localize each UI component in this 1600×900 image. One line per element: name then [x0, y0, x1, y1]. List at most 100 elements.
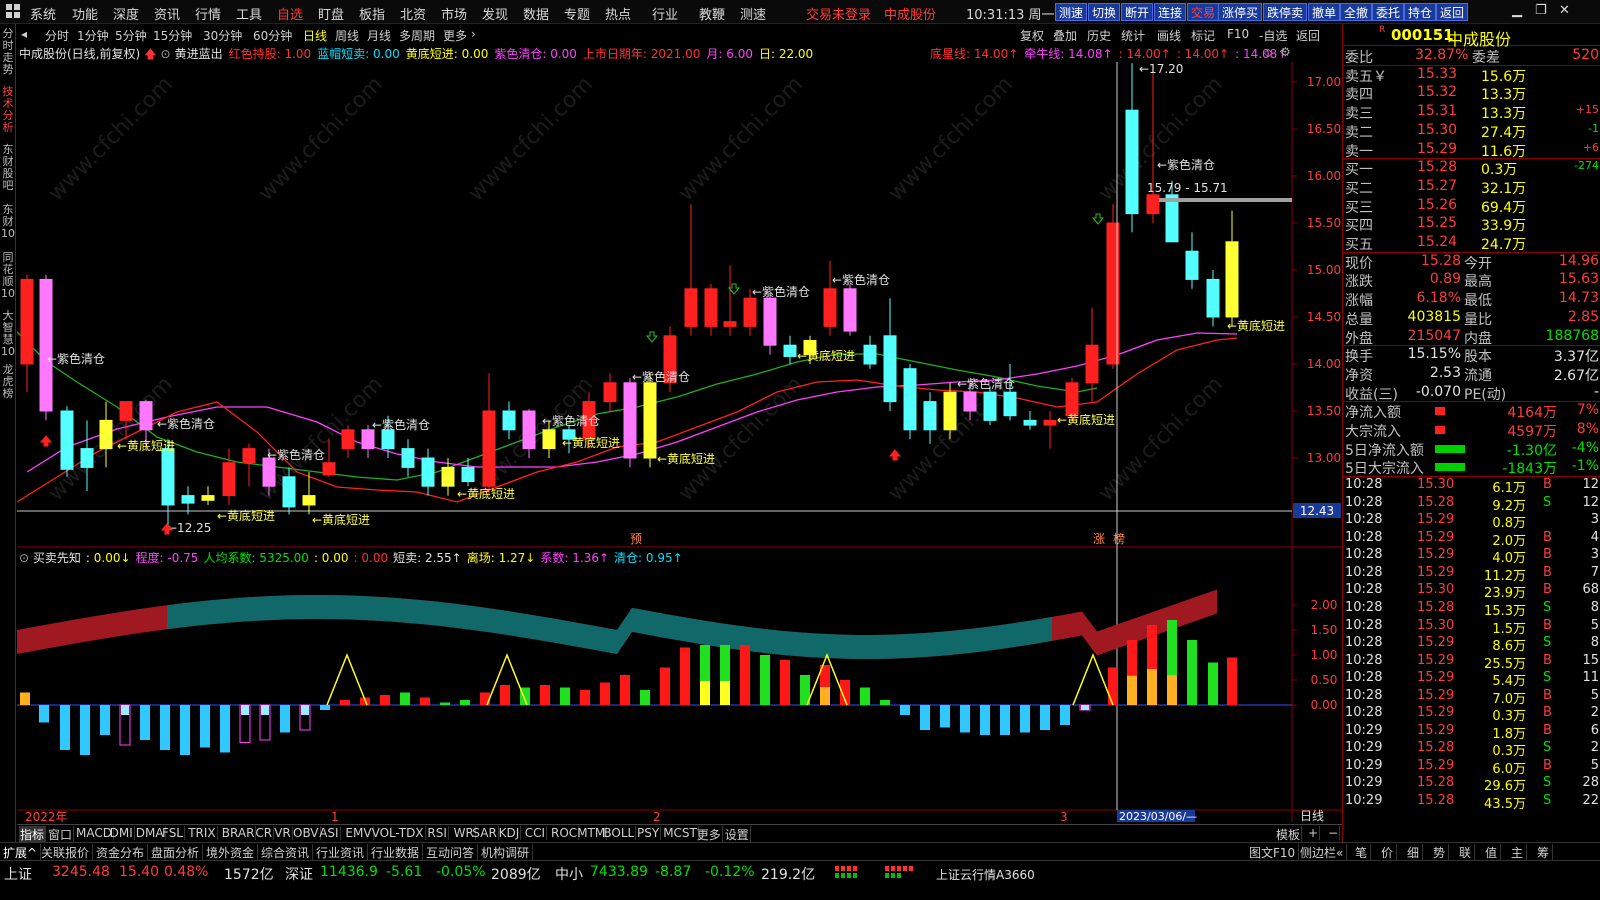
- indicator-tab-11[interactable]: ASI: [318, 826, 341, 840]
- dropdown-icon[interactable]: ⊙: [161, 47, 171, 61]
- period-10[interactable]: 更多: [443, 27, 467, 44]
- indicator-tab-16[interactable]: SAR: [471, 826, 499, 840]
- ext-tab-8[interactable]: 互动问答: [423, 844, 479, 861]
- collapse-arrow-icon[interactable]: ◂: [21, 27, 27, 41]
- ext-right-6[interactable]: 联: [1456, 844, 1476, 861]
- indicator-tab-6[interactable]: TRIX: [187, 826, 218, 840]
- ext-right-0[interactable]: 图文F10: [1246, 844, 1300, 861]
- toolbar-button-8[interactable]: 全撤: [1340, 3, 1373, 21]
- sz-index-name[interactable]: 深证: [285, 864, 313, 884]
- period-6[interactable]: 日线: [303, 27, 327, 44]
- chart-tool-0[interactable]: 复权: [1020, 27, 1044, 44]
- indicator-tab-18[interactable]: CCI: [524, 826, 548, 840]
- ext-tab-9[interactable]: 机构调研: [478, 844, 534, 861]
- period-1[interactable]: 1分钟: [77, 27, 109, 44]
- period-0[interactable]: 分时: [45, 27, 69, 44]
- left-tab-3[interactable]: 东财10: [1, 204, 15, 240]
- toolbar-button-7[interactable]: 撤单: [1308, 3, 1341, 21]
- menu-item-17[interactable]: 测速: [740, 4, 766, 23]
- menu-item-7[interactable]: 盯盘: [318, 4, 344, 23]
- zx-index-name[interactable]: 中小: [555, 864, 583, 884]
- indicator-tab-25[interactable]: 设置: [724, 826, 751, 843]
- menu-item-4[interactable]: 行情: [195, 4, 221, 23]
- minimize-icon[interactable]: ▁: [1512, 3, 1522, 18]
- period-2[interactable]: 5分钟: [115, 27, 147, 44]
- toolbar-button-1[interactable]: 切换: [1088, 3, 1121, 21]
- toolbar-button-4[interactable]: 交易: [1187, 3, 1220, 21]
- ext-right-5[interactable]: 势: [1430, 844, 1450, 861]
- login-status[interactable]: 交易未登录: [806, 4, 871, 23]
- chart-tool-4[interactable]: 画线: [1157, 27, 1181, 44]
- ext-right-8[interactable]: 主: [1508, 844, 1528, 861]
- indicator-tab-0[interactable]: 指标: [19, 826, 47, 843]
- ext-tab-6[interactable]: 行业资讯: [313, 844, 369, 861]
- settings-icon[interactable]: ⚙: [1280, 45, 1291, 59]
- toolbar-button-3[interactable]: 连接: [1154, 3, 1187, 21]
- indicator-tab-24[interactable]: 更多: [696, 826, 723, 843]
- indicator-right-2[interactable]: −: [1327, 826, 1341, 840]
- sub-dropdown-icon[interactable]: ⊙: [19, 551, 33, 565]
- ext-tab-5[interactable]: 综合资讯: [258, 844, 314, 861]
- ext-right-7[interactable]: 值: [1482, 844, 1502, 861]
- restore-icon[interactable]: ❐: [1535, 3, 1547, 18]
- period-3[interactable]: 15分钟: [153, 27, 192, 44]
- chart-tool-7[interactable]: -自选: [1259, 27, 1287, 44]
- sh-index-name[interactable]: 上证: [4, 864, 32, 884]
- indicator-tab-5[interactable]: FSL: [161, 826, 185, 840]
- indicator-tab-12[interactable]: EMV: [344, 826, 374, 840]
- menu-item-1[interactable]: 功能: [72, 4, 98, 23]
- indicator-tab-13[interactable]: VOL-TDX: [371, 826, 426, 840]
- menu-item-6[interactable]: 自选: [277, 4, 303, 23]
- period-7[interactable]: 周线: [335, 27, 359, 44]
- chevron-right-icon[interactable]: ›: [471, 27, 476, 41]
- ext-right-3[interactable]: 价: [1378, 844, 1398, 861]
- ext-tab-7[interactable]: 行业数据: [368, 844, 424, 861]
- chart-tool-8[interactable]: 返回: [1296, 27, 1320, 44]
- left-tab-5[interactable]: 大智慧10: [1, 310, 15, 358]
- ext-tab-3[interactable]: 盘面分析: [148, 844, 204, 861]
- indicator-tab-21[interactable]: BOLL: [602, 826, 637, 840]
- left-tab-2[interactable]: 东财股吧: [1, 144, 15, 192]
- menu-item-0[interactable]: 系统: [30, 4, 56, 23]
- ext-right-1[interactable]: 侧边栏«: [1297, 844, 1348, 861]
- indicator-tab-17[interactable]: KDJ: [498, 826, 522, 840]
- chart-tool-1[interactable]: 叠加: [1053, 27, 1077, 44]
- ext-right-2[interactable]: 笔: [1352, 844, 1372, 861]
- toolbar-button-0[interactable]: 测速: [1055, 3, 1088, 21]
- menu-item-16[interactable]: 教鞭: [699, 4, 725, 23]
- toolbar-button-5[interactable]: 涨停买: [1218, 3, 1263, 21]
- ext-tab-1[interactable]: 关联报价: [38, 844, 94, 861]
- indicator-tab-1[interactable]: 窗口: [47, 826, 75, 843]
- menu-item-2[interactable]: 深度: [113, 4, 139, 23]
- chart-tool-5[interactable]: 标记: [1191, 27, 1215, 44]
- left-tab-6[interactable]: 龙虎榜: [1, 364, 15, 400]
- toolbar-button-9[interactable]: 委托: [1372, 3, 1405, 21]
- indicator-tab-8[interactable]: CR: [254, 826, 275, 840]
- indicator-right-0[interactable]: 模板: [1275, 826, 1303, 843]
- toolbar-button-11[interactable]: 返回: [1436, 3, 1469, 21]
- period-9[interactable]: 多周期: [399, 27, 435, 44]
- menu-item-5[interactable]: 工具: [236, 4, 262, 23]
- indicator-name[interactable]: 黄进蓝出: [175, 47, 223, 61]
- indicator-tab-7[interactable]: BRAR: [221, 826, 257, 840]
- toolbar-button-10[interactable]: 持仓: [1404, 3, 1437, 21]
- menu-item-12[interactable]: 数据: [523, 4, 549, 23]
- menu-item-13[interactable]: 专题: [564, 4, 590, 23]
- chart-tool-6[interactable]: F10: [1227, 27, 1249, 41]
- diamond-icon[interactable]: ◇: [1264, 46, 1272, 59]
- indicator-right-1[interactable]: +: [1307, 826, 1321, 840]
- indicator-tab-22[interactable]: PSY: [636, 826, 662, 840]
- ext-tab-0[interactable]: 扩展^: [0, 844, 42, 861]
- ext-tab-2[interactable]: 资金分布: [93, 844, 149, 861]
- indicator-tab-10[interactable]: OBV: [292, 826, 321, 840]
- menu-item-9[interactable]: 北资: [400, 4, 426, 23]
- kline-chart[interactable]: www.cfchi.com www.cfchi.com www.cfchi.com w…: [17, 62, 1342, 822]
- menu-item-10[interactable]: 市场: [441, 4, 467, 23]
- indicator-tab-19[interactable]: ROC: [550, 826, 580, 840]
- left-tab-4[interactable]: 同花顺10: [1, 252, 15, 300]
- ext-right-4[interactable]: 细: [1404, 844, 1424, 861]
- menu-item-11[interactable]: 发现: [482, 4, 508, 23]
- toolbar-button-6[interactable]: 跌停卖: [1263, 3, 1308, 21]
- indicator-tab-3[interactable]: DMI: [109, 826, 135, 840]
- menu-item-14[interactable]: 热点: [605, 4, 631, 23]
